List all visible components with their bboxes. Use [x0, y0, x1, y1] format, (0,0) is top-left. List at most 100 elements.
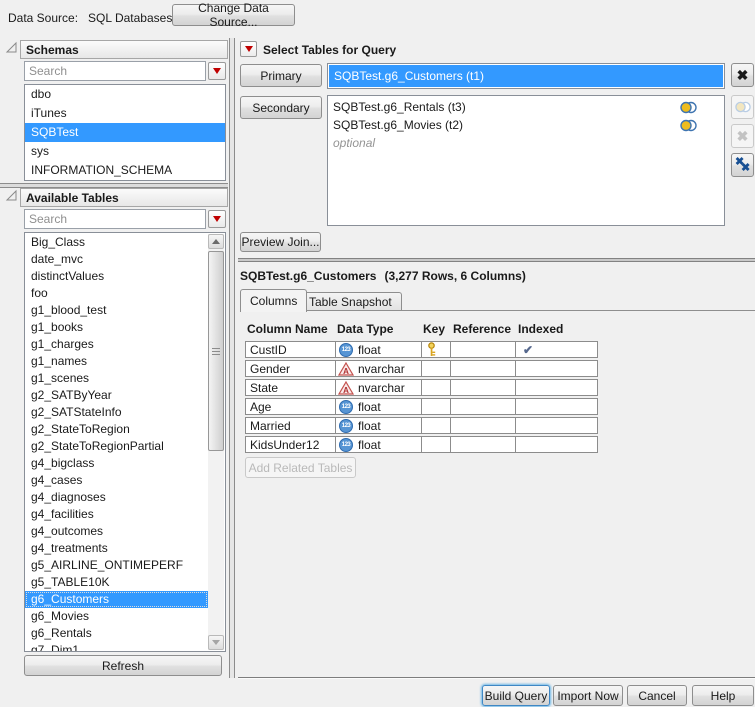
tables-search-input[interactable]	[24, 209, 206, 229]
character-a-icon: A	[338, 381, 354, 395]
right-panel-splitter[interactable]	[238, 258, 755, 262]
tab-table-snapshot[interactable]: Table Snapshot	[299, 292, 402, 310]
table-item[interactable]: Big_Class	[25, 234, 208, 251]
tab-divider	[240, 310, 755, 311]
red-triangle-icon	[213, 216, 221, 222]
table-row[interactable]: KidsUnder12 123float	[245, 436, 598, 453]
table-item[interactable]: g6_Movies	[25, 608, 208, 625]
available-tables-list: Big_Class date_mvc distinctValues foo g1…	[24, 232, 226, 652]
build-query-button[interactable]: Build Query	[482, 685, 550, 706]
join-tables-button	[731, 95, 754, 119]
secondary-table-list: SQBTest.g6_Rentals (t3) SQBTest.g6_Movie…	[327, 95, 725, 226]
schema-item[interactable]: sys	[25, 142, 225, 161]
secondary-table-row[interactable]: SQBTest.g6_Movies (t2)	[328, 116, 724, 134]
table-row[interactable]: CustID 123float ✔	[245, 341, 598, 358]
change-data-source-button[interactable]: Change Data Source...	[172, 4, 295, 26]
cancel-button[interactable]: Cancel	[627, 685, 687, 706]
left-outer-join-icon[interactable]	[679, 101, 698, 114]
help-button[interactable]: Help	[692, 685, 754, 706]
table-item[interactable]: g4_treatments	[25, 540, 208, 557]
schemas-search-input[interactable]	[24, 61, 206, 81]
table-item[interactable]: g4_facilities	[25, 506, 208, 523]
table-item[interactable]: g1_blood_test	[25, 302, 208, 319]
join-venn-icon	[734, 101, 752, 113]
scrollbar-thumb[interactable]	[208, 251, 224, 451]
red-triangle-icon	[213, 68, 221, 74]
table-item[interactable]: g7_Dim1	[25, 642, 208, 651]
left-outer-join-icon[interactable]	[679, 119, 698, 132]
svg-text:A: A	[343, 367, 349, 376]
disclosure-triangle-icon[interactable]	[5, 189, 18, 202]
tables-scrollbar[interactable]	[208, 234, 224, 650]
panel-bottom-border	[238, 677, 755, 679]
refresh-button[interactable]: Refresh	[24, 655, 222, 676]
table-details-heading: SQBTest.g6_Customers(3,277 Rows, 6 Colum…	[240, 269, 534, 283]
table-item[interactable]: g1_books	[25, 319, 208, 336]
query-builder-dialog: Data Source:SQL Databases Change Data So…	[0, 0, 755, 707]
table-item[interactable]: g1_charges	[25, 336, 208, 353]
schemas-list: dbo iTunes SQBTest sys INFORMATION_SCHEM…	[24, 84, 226, 181]
schemas-panel-header[interactable]: Schemas	[20, 40, 228, 59]
numeric-123-icon: 123	[339, 400, 353, 414]
join-editor-icon: ✖	[741, 163, 750, 174]
schema-item-selected[interactable]: SQBTest	[25, 123, 225, 142]
data-source-label: Data Source:SQL Databases	[8, 11, 172, 25]
character-a-icon: A	[338, 362, 354, 376]
join-editor-button[interactable]: ✖ ✖	[731, 153, 754, 177]
columns-table-header: Column Name Data Type Key Reference Inde…	[247, 322, 598, 336]
table-item[interactable]: g1_names	[25, 353, 208, 370]
table-item[interactable]: g6_Rentals	[25, 625, 208, 642]
vertical-splitter[interactable]	[229, 38, 235, 678]
primary-button[interactable]: Primary	[240, 64, 322, 87]
numeric-123-icon: 123	[339, 419, 353, 433]
svg-text:A: A	[343, 386, 349, 395]
table-summary: (3,277 Rows, 6 Columns)	[384, 269, 525, 283]
secondary-button[interactable]: Secondary	[240, 96, 322, 119]
add-related-tables-button: Add Related Tables	[245, 457, 356, 478]
scroll-up-icon[interactable]	[208, 234, 224, 249]
table-item[interactable]: g5_TABLE10K	[25, 574, 208, 591]
schema-item[interactable]: iTunes	[25, 104, 225, 123]
table-item[interactable]: g2_SATByYear	[25, 387, 208, 404]
tables-search-menu-button[interactable]	[208, 210, 226, 228]
schemas-search-menu-button[interactable]	[208, 62, 226, 80]
indexed-check-icon: ✔	[523, 343, 533, 357]
table-item[interactable]: g4_bigclass	[25, 455, 208, 472]
schema-item[interactable]: INFORMATION_SCHEMA	[25, 161, 225, 180]
available-tables-panel-header[interactable]: Available Tables	[20, 188, 228, 207]
secondary-table-label: SQBTest.g6_Movies (t2)	[333, 116, 463, 134]
remove-secondary-table-button: ✖	[731, 124, 754, 148]
table-row[interactable]: Married 123float	[245, 417, 598, 434]
tab-columns[interactable]: Columns	[240, 289, 307, 312]
numeric-123-icon: 123	[339, 343, 353, 357]
select-tables-title: Select Tables for Query	[263, 43, 396, 57]
table-item[interactable]: g4_cases	[25, 472, 208, 489]
table-item[interactable]: g5_AIRLINE_ONTIMEPERF	[25, 557, 208, 574]
table-item[interactable]: g4_outcomes	[25, 523, 208, 540]
preview-join-button[interactable]: Preview Join...	[240, 232, 321, 252]
scroll-down-icon[interactable]	[208, 635, 224, 650]
remove-primary-table-button[interactable]: ✖	[731, 63, 754, 87]
table-item[interactable]: date_mvc	[25, 251, 208, 268]
table-item[interactable]: g2_StateToRegionPartial	[25, 438, 208, 455]
table-item[interactable]: g2_StateToRegion	[25, 421, 208, 438]
table-item[interactable]: g4_diagnoses	[25, 489, 208, 506]
table-item-selected[interactable]: g6_Customers	[25, 591, 208, 608]
data-source-value: SQL Databases	[88, 11, 172, 25]
schema-item[interactable]: dbo	[25, 85, 225, 104]
table-item[interactable]: g2_SATStateInfo	[25, 404, 208, 421]
optional-hint: optional	[328, 134, 724, 152]
numeric-123-icon: 123	[339, 438, 353, 452]
import-now-button[interactable]: Import Now	[553, 685, 623, 706]
table-item[interactable]: g1_scenes	[25, 370, 208, 387]
table-row[interactable]: Age 123float	[245, 398, 598, 415]
table-item[interactable]: distinctValues	[25, 268, 208, 285]
table-item[interactable]: foo	[25, 285, 208, 302]
disclosure-triangle-icon[interactable]	[5, 41, 18, 54]
query-menu-button[interactable]	[240, 41, 257, 57]
table-row[interactable]: State A nvarchar	[245, 379, 598, 396]
secondary-table-label: SQBTest.g6_Rentals (t3)	[333, 98, 466, 116]
secondary-table-row[interactable]: SQBTest.g6_Rentals (t3)	[328, 98, 724, 116]
table-row[interactable]: Gender A nvarchar	[245, 360, 598, 377]
primary-table-row-selected[interactable]: SQBTest.g6_Customers (t1)	[329, 65, 723, 87]
